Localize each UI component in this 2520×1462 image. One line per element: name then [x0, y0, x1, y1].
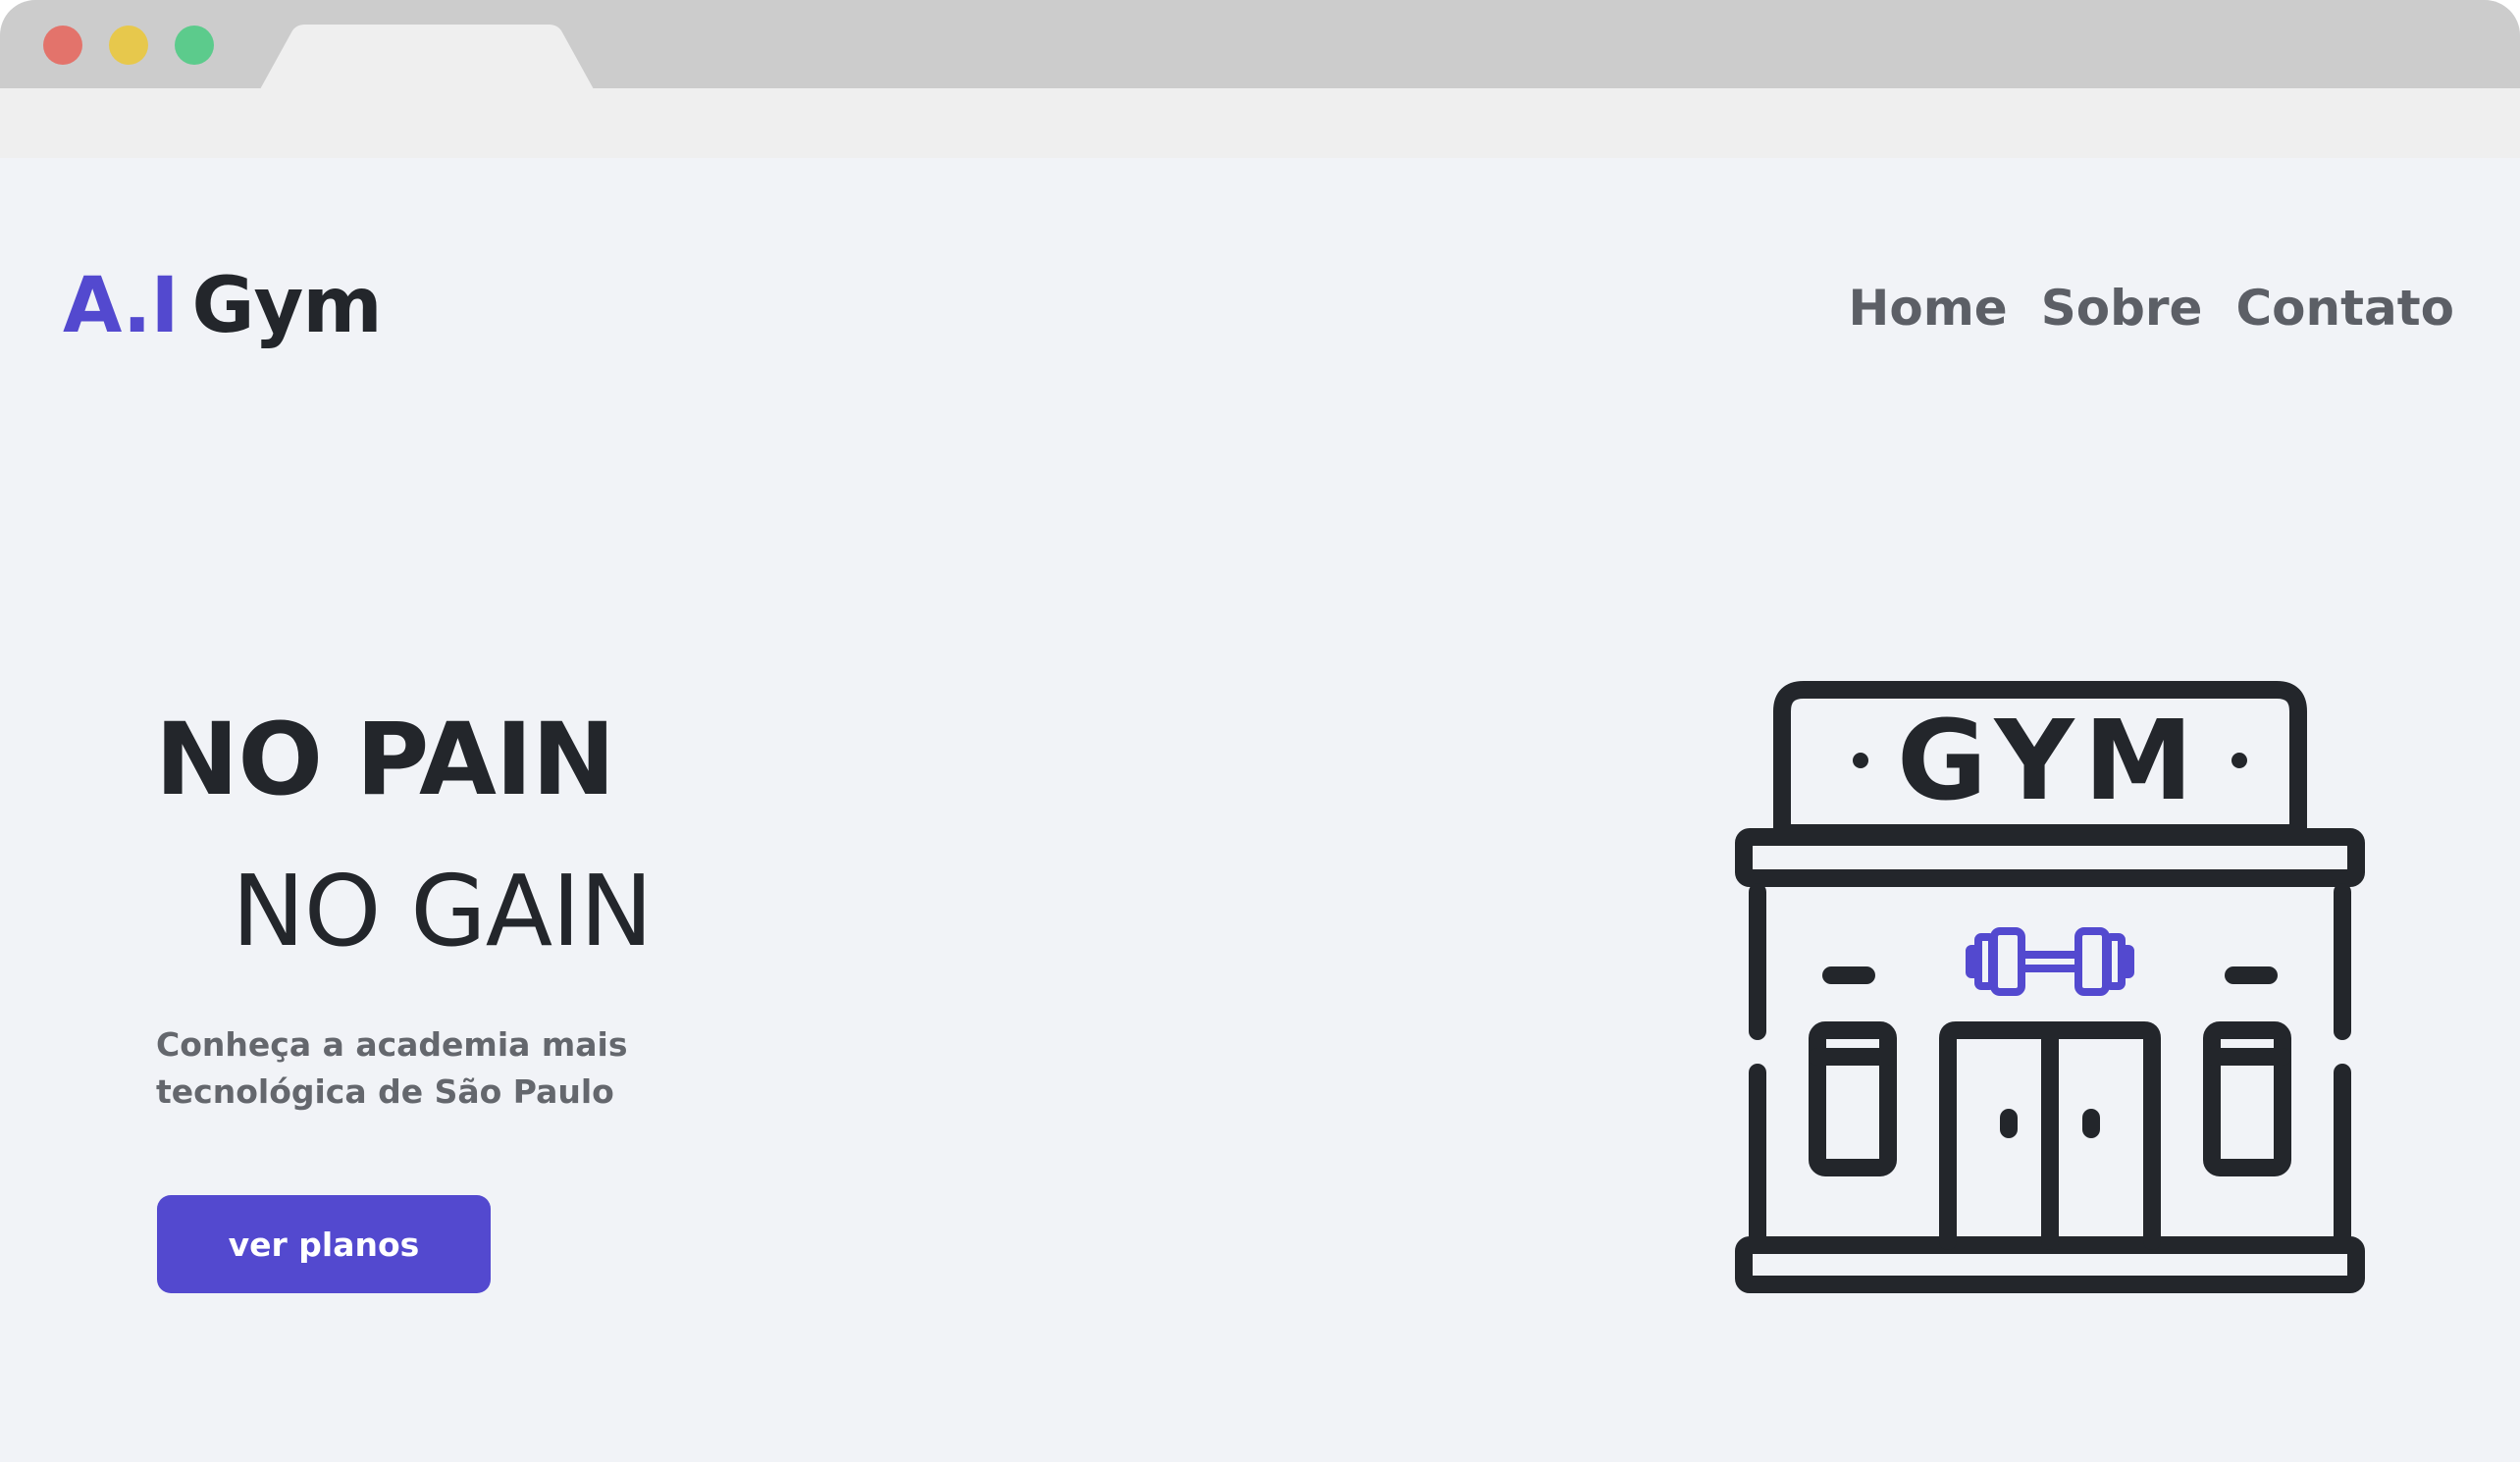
site-logo[interactable]: A.I Gym: [63, 268, 383, 344]
browser-tab[interactable]: [260, 25, 594, 89]
hero-subtitle: Conheça a academia mais tecnológica de S…: [156, 1025, 628, 1111]
browser-titlebar: [0, 0, 2520, 89]
page-content: A.I Gym Home Sobre Contato NO PAIN NO GAI…: [0, 158, 2520, 1462]
dumbbell-icon: [1966, 927, 2134, 996]
nav-link-contato[interactable]: Contato: [2235, 284, 2454, 333]
ver-planos-button[interactable]: ver planos: [157, 1195, 491, 1293]
browser-toolbar: [0, 88, 2520, 158]
nav-link-sobre[interactable]: Sobre: [2041, 284, 2203, 333]
browser-window: A.I Gym Home Sobre Contato NO PAIN NO GAI…: [0, 0, 2520, 1462]
main-nav: Home Sobre Contato: [1849, 284, 2455, 333]
nav-link-home[interactable]: Home: [1849, 284, 2008, 333]
gym-building-icon: GYM: [1735, 681, 2365, 1293]
gym-sign-text: GYM: [1897, 698, 2203, 825]
maximize-window-button[interactable]: [175, 26, 214, 65]
logo-accent-text: A.I: [63, 262, 179, 350]
hero-headline-line2: NO GAIN: [232, 854, 653, 968]
minimize-window-button[interactable]: [109, 26, 148, 65]
close-window-button[interactable]: [43, 26, 82, 65]
logo-text: Gym: [191, 262, 382, 350]
hero-headline-line1: NO PAIN: [155, 702, 615, 818]
